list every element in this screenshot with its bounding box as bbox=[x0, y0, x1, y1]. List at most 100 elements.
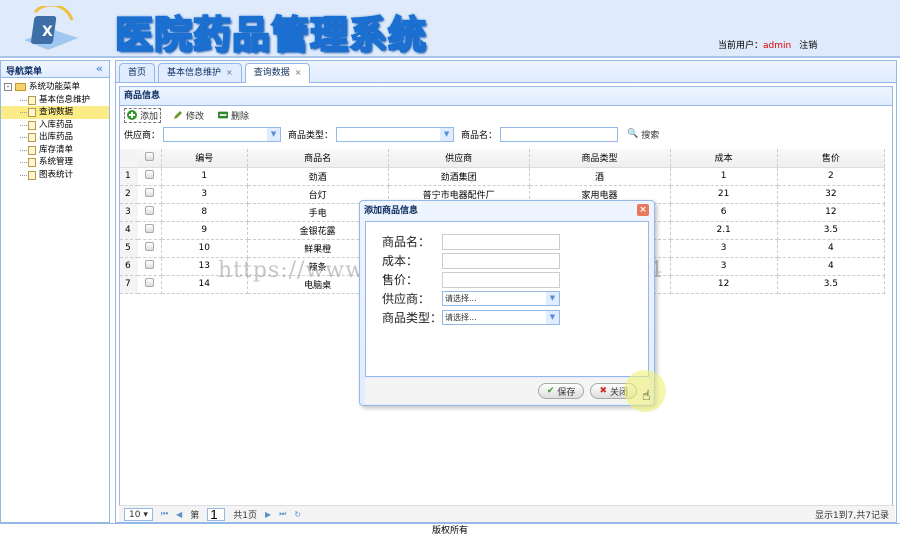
save-label: 保存 bbox=[557, 387, 576, 398]
select-placeholder: 请选择... bbox=[445, 294, 477, 303]
logo-icon: X bbox=[24, 6, 78, 50]
type-select[interactable]: ▼ bbox=[336, 126, 455, 142]
chevron-down-icon[interactable]: ▼ bbox=[546, 311, 559, 324]
next-page-icon[interactable]: ▶ bbox=[265, 510, 271, 519]
pagination: 10 ▾ ⏮ ◀ 第 共1页 ▶ ⏭ ↻ 显示1到7,共7记录 bbox=[119, 505, 895, 522]
cell-id: 9 bbox=[161, 221, 248, 240]
row-checkbox[interactable] bbox=[144, 224, 154, 233]
goods-name-label: 商品名： bbox=[382, 235, 431, 249]
edit-button[interactable]: 修改 bbox=[171, 109, 206, 122]
row-checkbox[interactable] bbox=[144, 260, 154, 269]
nav-tree: - 系统功能菜单 基本信息维护 查询数据 入库药品 出库药品 库存清单 系统管理 … bbox=[1, 78, 109, 181]
refresh-icon[interactable]: ↻ bbox=[294, 510, 301, 519]
cell-price: 3.5 bbox=[777, 221, 886, 240]
supplier-label: 供应商： bbox=[124, 130, 161, 141]
prev-page-icon[interactable]: ◀ bbox=[176, 510, 182, 519]
tree-item-system[interactable]: 系统管理 bbox=[1, 156, 109, 169]
cell-price: 4 bbox=[777, 239, 886, 258]
panel-title: 商品信息 bbox=[120, 87, 892, 106]
tree-root[interactable]: - 系统功能菜单 bbox=[1, 81, 109, 94]
goods-name-input[interactable] bbox=[442, 233, 560, 250]
row-number: 4 bbox=[120, 221, 138, 240]
last-page-icon[interactable]: ⏭ bbox=[279, 509, 286, 519]
cell-price: 32 bbox=[777, 185, 886, 204]
tab-home[interactable]: 首页 bbox=[119, 63, 156, 82]
first-page-icon[interactable]: ⏮ bbox=[161, 509, 168, 519]
row-checkbox[interactable] bbox=[144, 242, 154, 251]
cell-id: 14 bbox=[161, 275, 248, 294]
tree-item-stock-out[interactable]: 出库药品 bbox=[1, 131, 109, 144]
type-label: 商品类型： bbox=[288, 130, 334, 141]
file-icon bbox=[28, 158, 36, 167]
cell-cost: 3 bbox=[670, 239, 778, 258]
file-icon bbox=[28, 120, 36, 130]
row-checkbox[interactable] bbox=[144, 188, 154, 197]
page-number-input[interactable] bbox=[207, 507, 226, 521]
chevron-down-icon[interactable]: ▼ bbox=[546, 292, 559, 305]
tree-item-label: 查询数据 bbox=[39, 107, 74, 117]
price-label: 售价： bbox=[382, 273, 419, 287]
col-cost[interactable]: 成本 bbox=[670, 149, 778, 168]
tree-item-stock-in[interactable]: 入库药品 bbox=[1, 119, 109, 132]
dialog-supplier-label: 供应商： bbox=[382, 292, 431, 306]
supplier-select[interactable]: ▼ bbox=[163, 126, 282, 142]
name-input[interactable] bbox=[500, 126, 619, 142]
svg-text:X: X bbox=[42, 24, 53, 40]
save-button[interactable]: ✔ 保存 bbox=[537, 383, 585, 399]
tree-item-label: 出库药品 bbox=[39, 132, 74, 142]
cell-supplier: 劲酒集团 bbox=[388, 167, 530, 186]
tree-item-label: 系统管理 bbox=[39, 157, 74, 167]
cell-cost: 21 bbox=[670, 185, 778, 204]
tab-basic-info[interactable]: 基本信息维护 × bbox=[158, 63, 242, 82]
row-checkbox[interactable] bbox=[144, 278, 154, 287]
tree-item-charts[interactable]: 图表统计 bbox=[1, 169, 109, 182]
cell-price: 3.5 bbox=[777, 275, 886, 294]
search-bar: 供应商： ▼ 商品类型： ▼ 商品名： 🔍 搜索 bbox=[120, 125, 892, 143]
collapse-toggle-icon[interactable]: - bbox=[4, 83, 12, 91]
file-icon bbox=[28, 108, 36, 117]
tab-query[interactable]: 查询数据 × bbox=[244, 63, 311, 83]
price-input[interactable] bbox=[442, 271, 560, 288]
dialog-type-select[interactable]: 请选择... ▼ bbox=[442, 310, 560, 325]
page-size-select[interactable]: 10 ▾ bbox=[124, 507, 153, 521]
table-row[interactable]: 1 1 劲酒 劲酒集团酒 1 2 bbox=[120, 167, 886, 186]
cell-id: 3 bbox=[161, 185, 248, 204]
row-checkbox[interactable] bbox=[144, 206, 154, 215]
cell-id: 13 bbox=[161, 257, 248, 276]
close-icon[interactable]: × bbox=[226, 68, 233, 77]
user-name: admin bbox=[763, 41, 792, 51]
search-button[interactable]: 🔍 搜索 bbox=[625, 128, 661, 141]
cell-cost: 2.1 bbox=[670, 221, 778, 240]
row-checkbox[interactable] bbox=[144, 170, 154, 179]
cost-input[interactable] bbox=[442, 252, 560, 269]
edit-label: 修改 bbox=[186, 111, 205, 122]
tree-item-label: 入库药品 bbox=[39, 119, 74, 130]
col-supplier[interactable]: 供应商 bbox=[388, 149, 530, 168]
col-type[interactable]: 商品类型 bbox=[529, 149, 671, 168]
cost-label: 成本： bbox=[382, 254, 419, 268]
remove-icon bbox=[218, 111, 229, 119]
header: X 医院药品管理系统 当前用户：admin 注销 bbox=[0, 0, 900, 58]
tab-label: 首页 bbox=[128, 68, 147, 78]
dialog-form: 商品名： 成本： 售价： 供应商： 请选择... ▼ 商品类型： 请选择... ▼ bbox=[365, 221, 649, 377]
logout-link[interactable]: 注销 bbox=[799, 41, 817, 51]
col-id[interactable]: 编号 bbox=[161, 149, 248, 168]
chevron-down-icon[interactable]: ▼ bbox=[440, 127, 454, 141]
check-icon: ✔ bbox=[546, 386, 555, 396]
col-price[interactable]: 售价 bbox=[777, 149, 886, 168]
chevron-down-icon[interactable]: ▼ bbox=[267, 127, 281, 141]
add-button[interactable]: 添加 bbox=[124, 107, 162, 123]
cell-cost: 1 bbox=[670, 167, 778, 186]
user-info: 当前用户：admin 注销 bbox=[718, 38, 817, 51]
select-all-checkbox[interactable] bbox=[144, 151, 154, 161]
delete-button[interactable]: 删除 bbox=[216, 109, 251, 122]
dialog-supplier-select[interactable]: 请选择... ▼ bbox=[442, 291, 560, 306]
tree-item-query[interactable]: 查询数据 bbox=[1, 106, 109, 119]
close-icon[interactable]: × bbox=[295, 68, 302, 77]
tree-item-basic-info[interactable]: 基本信息维护 bbox=[1, 94, 109, 107]
tree-item-inventory[interactable]: 库存清单 bbox=[1, 144, 109, 157]
cell-id: 8 bbox=[161, 203, 248, 222]
collapse-icon[interactable]: « bbox=[96, 62, 103, 75]
close-icon[interactable]: × bbox=[637, 204, 649, 216]
col-name[interactable]: 商品名 bbox=[247, 149, 389, 168]
